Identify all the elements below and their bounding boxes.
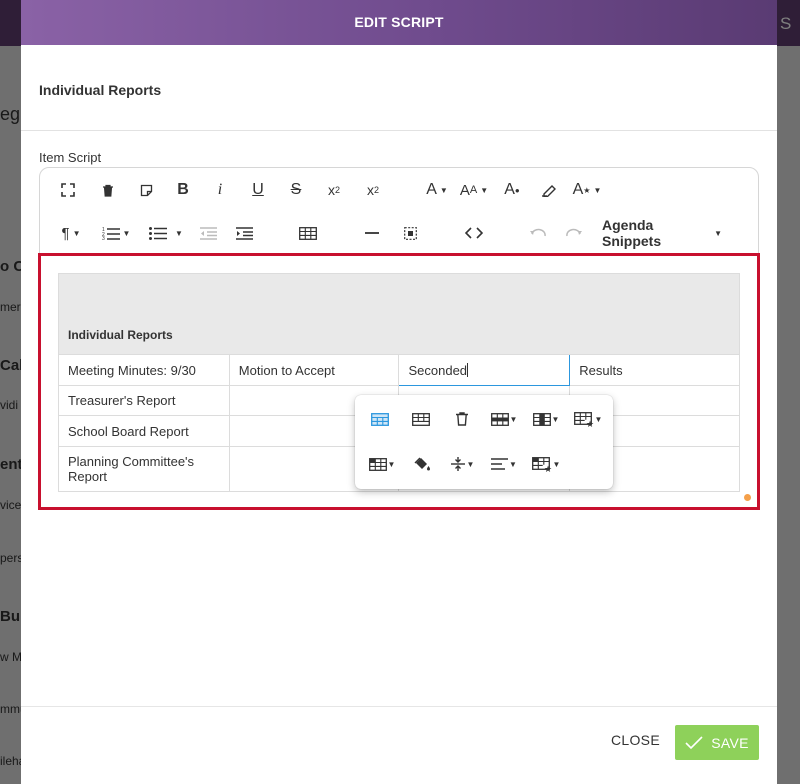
table-footer-icon[interactable]	[402, 404, 440, 434]
fullscreen-icon[interactable]	[56, 170, 80, 210]
table-remove-icon[interactable]	[443, 404, 481, 434]
cell-icon[interactable]: ▼	[363, 449, 401, 479]
table-columns-icon[interactable]: ▼	[527, 404, 565, 434]
table-header-cell[interactable]: Individual Reports	[58, 273, 740, 355]
resize-handle[interactable]	[744, 494, 751, 501]
agenda-snippets-dropdown[interactable]: Agenda Snippets ▼	[602, 213, 722, 253]
redo-icon[interactable]	[562, 213, 586, 253]
table-cell[interactable]: Planning Committee's Report	[58, 446, 230, 492]
save-button[interactable]: SAVE	[675, 725, 759, 760]
unordered-list-icon[interactable]: ▼	[144, 213, 188, 253]
font-size-icon[interactable]: A A ▼	[456, 170, 492, 210]
select-all-icon[interactable]	[398, 213, 422, 253]
vertical-align-icon[interactable]: ▼	[443, 449, 481, 479]
underline-icon[interactable]: U	[246, 170, 270, 210]
footer-divider	[21, 706, 777, 707]
item-script-label: Item Script	[39, 150, 102, 165]
code-view-icon[interactable]	[462, 213, 486, 253]
cell-background-icon[interactable]	[403, 449, 441, 479]
cell-style-icon[interactable]: ★ ▼	[527, 449, 565, 479]
strikethrough-icon[interactable]: S	[284, 170, 308, 210]
indent-icon[interactable]	[232, 213, 256, 253]
table-header-icon[interactable]	[361, 404, 399, 434]
table-cell[interactable]: School Board Report	[58, 415, 230, 447]
insert-table-icon[interactable]	[296, 213, 320, 253]
outdent-icon[interactable]	[196, 213, 220, 253]
table-rows-icon[interactable]: ▼	[485, 404, 523, 434]
italic-icon[interactable]: i	[208, 170, 232, 210]
table-style-icon[interactable]: ★ ▼	[569, 404, 607, 434]
svg-text:★: ★	[586, 420, 594, 427]
section-title: Individual Reports	[39, 82, 162, 98]
agenda-snippets-label: Agenda Snippets	[602, 217, 662, 249]
modal-title: EDIT SCRIPT	[354, 14, 444, 30]
table-cell[interactable]: Motion to Accept	[228, 354, 400, 386]
superscript-icon[interactable]: x2	[360, 170, 386, 210]
close-button[interactable]: CLOSE	[611, 732, 660, 748]
selected-cell-text: Seconded	[408, 362, 468, 378]
edit-script-modal: EDIT SCRIPT Individual Reports Item Scri…	[21, 0, 777, 784]
check-icon	[685, 735, 703, 749]
undo-icon[interactable]	[526, 213, 550, 253]
horizontal-align-icon[interactable]: ▼	[485, 449, 523, 479]
text-cursor	[467, 362, 469, 377]
ink-drop-icon[interactable]: A ●	[500, 170, 524, 210]
toolbar-row-2: ¶ ▼ 1 2 3 ▼ ▼ Agenda Snippets ▼	[40, 213, 758, 253]
divider	[21, 130, 777, 131]
text-color-icon[interactable]: A ▼	[422, 170, 452, 210]
table-cell[interactable]: Treasurer's Report	[58, 385, 230, 416]
table-cell[interactable]: Meeting Minutes: 9/30	[58, 354, 230, 386]
subscript-icon[interactable]: x2	[322, 170, 346, 210]
paragraph-icon[interactable]: ¶ ▼	[56, 213, 86, 253]
trash-icon[interactable]	[96, 170, 120, 210]
modal-header: EDIT SCRIPT	[21, 0, 777, 45]
save-label: SAVE	[711, 734, 749, 751]
ordered-list-icon[interactable]: 1 2 3 ▼	[96, 213, 136, 253]
note-icon[interactable]	[134, 170, 158, 210]
highlighter-icon[interactable]	[537, 170, 561, 210]
table-cell-selected[interactable]: Seconded	[398, 354, 571, 386]
table-row: Meeting Minutes: 9/30 Motion to Accept S…	[58, 354, 740, 386]
svg-text:3: 3	[102, 236, 105, 240]
horizontal-rule-icon[interactable]	[360, 213, 384, 253]
table-edit-popup: ▼ ▼ ★ ▼ ▼ ▼ ▼ ★ ▼	[355, 395, 613, 489]
text-effects-icon[interactable]: A ★ ▼	[570, 170, 604, 210]
svg-text:★: ★	[544, 465, 552, 472]
table-cell[interactable]: Results	[569, 354, 740, 386]
bold-icon[interactable]: B	[171, 170, 195, 210]
toolbar-row-1: B i U S x2 x2 A ▼ A A ▼ A ● A ★ ▼	[40, 170, 758, 210]
